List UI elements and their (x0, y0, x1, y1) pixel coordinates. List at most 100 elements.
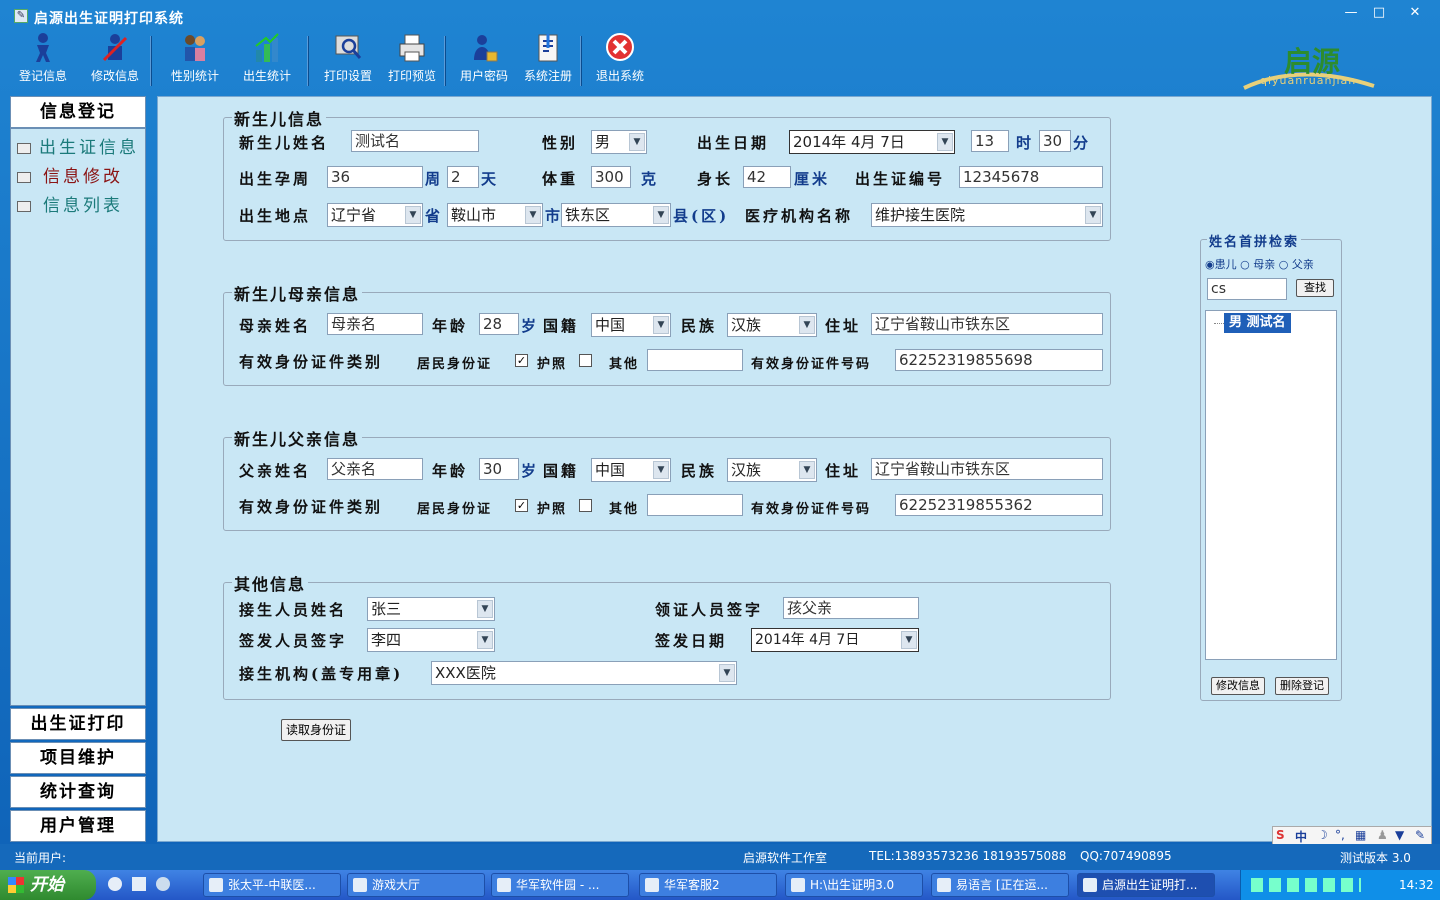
father-id-resident-checkbox[interactable]: ✓ (515, 499, 528, 512)
gender-label: 性别 (542, 134, 579, 152)
sidebar-item-birth-cert-info[interactable]: 出生证信息 (17, 133, 139, 158)
tray-icons[interactable] (1251, 878, 1361, 892)
issue-date-picker[interactable]: 2014年 4月 7日 ▼ (751, 628, 919, 652)
toolbar-gender-stats-button[interactable]: 性别统计 (170, 32, 220, 88)
birth-minute-input[interactable]: 30 (1039, 130, 1071, 152)
birth-stats-icon (255, 33, 279, 62)
toolbar-register-button[interactable]: 登记信息 (18, 32, 68, 88)
toolbar-print-preview-button[interactable]: 打印预览 (386, 32, 438, 88)
ime-mode[interactable]: 中 (1295, 828, 1307, 845)
toolbar-edit-button[interactable]: 修改信息 (90, 32, 140, 88)
quicklaunch-desktop-icon[interactable] (132, 877, 146, 891)
county-select[interactable]: 铁东区 ▼ (561, 203, 671, 227)
father-name-input[interactable]: 父亲名 (327, 458, 423, 480)
mother-address-label: 住址 (825, 317, 862, 335)
gestation-days-input[interactable]: 2 (447, 166, 479, 188)
toolbar-print-settings-button[interactable]: 打印设置 (322, 32, 374, 88)
sidebar-head-project-maintain[interactable]: 项目维护 (10, 742, 146, 774)
quicklaunch-ie-icon[interactable] (156, 877, 170, 891)
minimize-button[interactable]: — (1338, 4, 1364, 22)
father-ethnic-select[interactable]: 汉族 ▼ (727, 458, 817, 482)
mother-address-input[interactable]: 辽宁省鞍山市铁东区 (871, 313, 1103, 335)
other-info-title: 其他信息 (232, 571, 309, 595)
sidebar-head-user-manage[interactable]: 用户管理 (10, 810, 146, 842)
hospital-select[interactable]: 维护接生医院 ▼ (871, 203, 1103, 227)
search-result-list[interactable]: 男 测试名 (1205, 310, 1337, 660)
radio-father[interactable]: ○ 父亲 (1279, 258, 1314, 271)
org-select[interactable]: XXX医院 ▼ (431, 661, 737, 685)
ime-toolbar[interactable]: S 中 ☽ °, ▦ ♟ ▼ ✎ (1272, 826, 1432, 846)
cert-no-input[interactable]: 12345678 (959, 166, 1103, 188)
weight-unit: 克 (641, 170, 660, 188)
province-unit: 省 (425, 207, 444, 225)
gender-select[interactable]: 男 ▼ (591, 130, 647, 154)
weight-input[interactable]: 300 (591, 166, 631, 188)
toolbar-exit-button[interactable]: 退出系统 (594, 32, 646, 88)
task-item[interactable]: 华军软件园 - ... (491, 873, 629, 897)
task-item-active[interactable]: 启源出生证明打... (1077, 873, 1215, 897)
father-address-input[interactable]: 辽宁省鞍山市铁东区 (871, 458, 1103, 480)
toolbar-birth-stats-button[interactable]: 出生统计 (242, 32, 292, 88)
chevron-down-icon: ▼ (405, 206, 421, 224)
sidebar-head-cert-print[interactable]: 出生证打印 (10, 708, 146, 740)
start-button[interactable]: 开始 (0, 870, 96, 900)
sidebar-head-info-register[interactable]: 信息登记 (10, 96, 146, 128)
toolbar-system-register-button[interactable]: 系统注册 (522, 32, 574, 88)
close-window-button[interactable]: ✕ (1402, 4, 1428, 22)
age-unit: 岁 (521, 317, 540, 335)
maximize-button[interactable]: □ (1366, 4, 1392, 22)
search-query-input[interactable]: cs (1207, 278, 1287, 300)
edit-person-icon (102, 34, 128, 62)
read-id-card-button[interactable]: 读取身份证 (281, 719, 351, 741)
shirt-icon: ▼ (1395, 828, 1405, 842)
mother-id-other-input[interactable] (647, 349, 743, 371)
edit-record-button[interactable]: 修改信息 (1211, 677, 1265, 695)
mother-id-resident-checkbox[interactable]: ✓ (515, 354, 528, 367)
mother-nationality-select[interactable]: 中国 ▼ (591, 313, 671, 337)
mother-id-passport-checkbox[interactable] (579, 354, 592, 367)
father-idno-label: 有效身份证件号码 (751, 502, 872, 517)
task-item[interactable]: 张太平-中联医... (203, 873, 341, 897)
receiver-input[interactable]: 孩父亲 (783, 597, 919, 619)
dob-date-picker[interactable]: 2014年 4月 7日 ▼ (789, 130, 955, 154)
task-item[interactable]: H:\出生证明3.0 (785, 873, 923, 897)
father-idno-input[interactable]: 62252319855362 (895, 494, 1103, 516)
delete-record-button[interactable]: 删除登记 (1275, 677, 1329, 695)
app-icon (209, 878, 223, 892)
sidebar-head-stats-query[interactable]: 统计查询 (10, 776, 146, 808)
search-result-item[interactable]: 男 测试名 (1224, 313, 1291, 333)
father-age-input[interactable]: 30 (479, 458, 519, 480)
find-button[interactable]: 查找 (1296, 279, 1334, 297)
birth-hour-input[interactable]: 13 (971, 130, 1009, 152)
app-icon (645, 878, 659, 892)
radio-child[interactable]: ◉患儿 (1205, 258, 1237, 271)
mother-age-input[interactable]: 28 (479, 313, 519, 335)
sidebar-item-info-list[interactable]: 信息列表 (17, 191, 123, 216)
radio-mother[interactable]: ○ 母亲 (1240, 258, 1275, 271)
quicklaunch-browser-icon[interactable] (108, 877, 122, 891)
father-id-passport-checkbox[interactable] (579, 499, 592, 512)
province-select[interactable]: 辽宁省 ▼ (327, 203, 423, 227)
length-input[interactable]: 42 (743, 166, 791, 188)
issuer-select[interactable]: 李四 ▼ (367, 628, 495, 652)
city-select[interactable]: 鞍山市 ▼ (447, 203, 543, 227)
age-unit: 岁 (521, 462, 540, 480)
baby-name-input[interactable]: 测试名 (351, 130, 479, 152)
midwife-select[interactable]: 张三 ▼ (367, 597, 495, 621)
task-item[interactable]: 华军客服2 (639, 873, 777, 897)
father-id-other-input[interactable] (647, 494, 743, 516)
sidebar-item-info-edit[interactable]: 信息修改 (17, 162, 123, 187)
gestation-weeks-input[interactable]: 36 (327, 166, 423, 188)
task-item[interactable]: 游戏大厅 (347, 873, 485, 897)
mother-idno-input[interactable]: 62252319855698 (895, 349, 1103, 371)
mother-ethnic-select[interactable]: 汉族 ▼ (727, 313, 817, 337)
father-nationality-select[interactable]: 中国 ▼ (591, 458, 671, 482)
toolbar-user-password-button[interactable]: 用户密码 (458, 32, 510, 88)
contact-tel: TEL:13893573236 18193575088 (869, 849, 1067, 863)
windows-flag-icon (8, 877, 24, 893)
task-item[interactable]: 易语言 [正在运... (931, 873, 1069, 897)
issue-date-label: 签发日期 (655, 632, 728, 650)
mother-name-input[interactable]: 母亲名 (327, 313, 423, 335)
other-info-group: 其他信息 接生人员姓名 张三 ▼ 领证人员签字 孩父亲 签发人员签字 李四 ▼ 签发… (223, 571, 1111, 700)
chevron-down-icon: ▼ (799, 461, 815, 479)
